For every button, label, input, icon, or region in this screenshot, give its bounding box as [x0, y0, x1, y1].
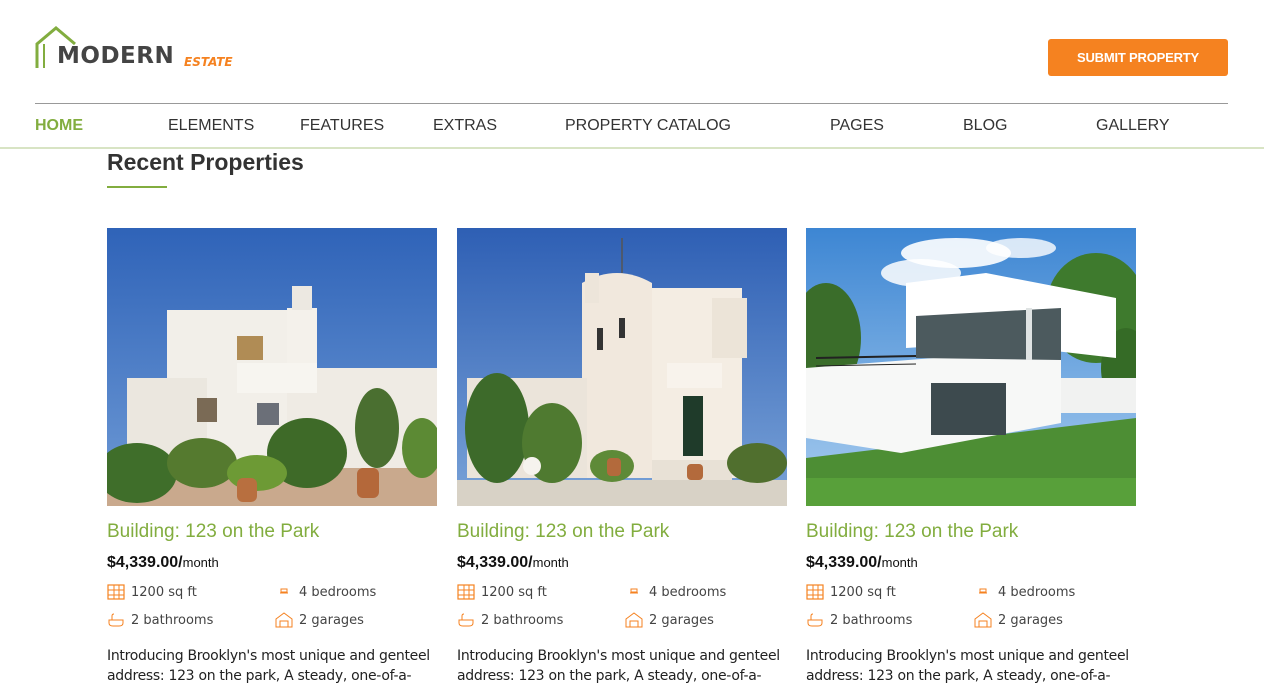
feature-bedrooms: 4 bedrooms [275, 584, 376, 600]
section-title: Recent Properties [107, 149, 304, 175]
property-price: $4,339.00/month [107, 554, 219, 572]
nav-item-blog[interactable]: BLOG [963, 117, 1007, 135]
feature-garages: 2 garages [275, 612, 364, 628]
bathtub-icon [108, 613, 124, 627]
submit-property-button[interactable]: SUBMIT PROPERTY [1048, 39, 1228, 76]
feature-label: 2 garages [299, 612, 364, 628]
feature-label: 1200 sq ft [131, 584, 197, 600]
feature-label: 2 bathrooms [830, 612, 913, 628]
bed-icon [630, 588, 638, 594]
feature-label: 4 bedrooms [649, 584, 727, 600]
feature-bedrooms: 4 bedrooms [974, 584, 1075, 600]
property-image[interactable] [107, 228, 437, 506]
property-card: Building: 123 on the Park $4,339.00/mont… [806, 228, 1136, 688]
title-underline [107, 186, 167, 188]
feature-label: 2 garages [649, 612, 714, 628]
nav-item-features[interactable]: FEATURES [300, 117, 384, 135]
floor-plan-icon [107, 584, 125, 600]
property-description: Introducing Brooklyn's most unique and g… [806, 648, 1129, 684]
feature-label: 2 garages [998, 612, 1063, 628]
bathtub-icon [807, 613, 823, 627]
site-logo[interactable]: MODERN ESTATE [35, 26, 255, 72]
garage-icon [974, 612, 992, 628]
price-unit: month [532, 555, 569, 570]
floor-plan-icon [457, 584, 475, 600]
feature-label: 2 bathrooms [131, 612, 214, 628]
site-header: MODERN ESTATE SUBMIT PROPERTY HOME ELEME… [0, 0, 1264, 150]
price-unit: month [881, 555, 918, 570]
bed-icon [280, 588, 288, 594]
nav-item-elements[interactable]: ELEMENTS [168, 117, 254, 135]
price-amount: $4,339.00/ [107, 554, 183, 571]
property-price: $4,339.00/month [806, 554, 918, 572]
feature-garages: 2 garages [974, 612, 1063, 628]
feature-label: 4 bedrooms [998, 584, 1076, 600]
property-image[interactable] [806, 228, 1136, 506]
nav-item-home[interactable]: HOME [35, 117, 83, 135]
feature-label: 4 bedrooms [299, 584, 377, 600]
logo-wordmark: MODERN [57, 43, 175, 69]
feature-bathrooms: 2 bathrooms [806, 612, 912, 628]
main-navigation: HOME ELEMENTS FEATURES EXTRAS PROPERTY C… [0, 104, 1264, 148]
property-description: Introducing Brooklyn's most unique and g… [107, 648, 430, 684]
garage-icon [625, 612, 643, 628]
nav-item-property-catalog[interactable]: PROPERTY CATALOG [565, 117, 731, 135]
property-image[interactable] [457, 228, 787, 506]
feature-bathrooms: 2 bathrooms [107, 612, 213, 628]
property-title[interactable]: Building: 123 on the Park [457, 521, 669, 543]
feature-area: 1200 sq ft [457, 584, 547, 600]
logo-subtitle: ESTATE [184, 55, 233, 69]
feature-label: 2 bathrooms [481, 612, 564, 628]
price-amount: $4,339.00/ [806, 554, 882, 571]
nav-item-pages[interactable]: PAGES [830, 117, 884, 135]
nav-item-extras[interactable]: EXTRAS [433, 117, 497, 135]
floor-plan-icon [806, 584, 824, 600]
property-card: Building: 123 on the Park $4,339.00/mont… [457, 228, 787, 688]
property-card: Building: 123 on the Park $4,339.00/mont… [107, 228, 437, 688]
property-description: Introducing Brooklyn's most unique and g… [457, 648, 780, 684]
feature-area: 1200 sq ft [107, 584, 197, 600]
price-unit: month [182, 555, 219, 570]
garage-icon [275, 612, 293, 628]
price-amount: $4,339.00/ [457, 554, 533, 571]
feature-garages: 2 garages [625, 612, 714, 628]
feature-label: 1200 sq ft [830, 584, 896, 600]
feature-label: 1200 sq ft [481, 584, 547, 600]
bed-icon [979, 588, 987, 594]
feature-area: 1200 sq ft [806, 584, 896, 600]
feature-bedrooms: 4 bedrooms [625, 584, 726, 600]
bathtub-icon [458, 613, 474, 627]
nav-item-gallery[interactable]: GALLERY [1096, 117, 1170, 135]
feature-bathrooms: 2 bathrooms [457, 612, 563, 628]
property-title[interactable]: Building: 123 on the Park [107, 521, 319, 543]
property-title[interactable]: Building: 123 on the Park [806, 521, 1018, 543]
property-price: $4,339.00/month [457, 554, 569, 572]
